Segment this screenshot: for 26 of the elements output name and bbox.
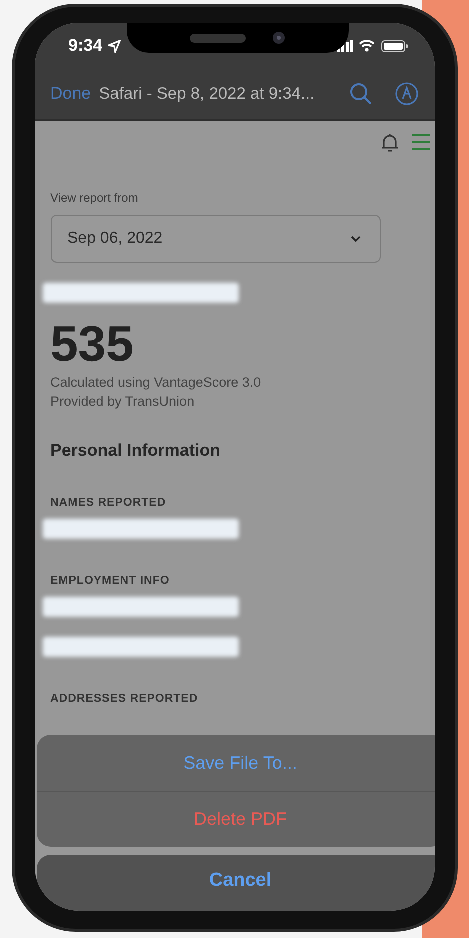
camera-icon	[272, 31, 286, 45]
location-arrow-icon	[108, 40, 121, 52]
signal-icon	[336, 40, 352, 52]
score-note: Calculated using VantageScore 3.0	[50, 374, 262, 392]
group-label: ADDRESSES REPORTED	[50, 693, 198, 705]
document-title: Safari - Sep 8, 2022 at 9:34...	[99, 84, 316, 104]
markup-pen-icon[interactable]	[394, 82, 418, 106]
action-button[interactable]: Delete PDF	[36, 791, 434, 847]
chevron-down-icon	[350, 235, 362, 243]
credit-score: 535	[50, 315, 134, 373]
group-label: NAMES REPORTED	[50, 497, 166, 509]
speaker-grille-icon	[190, 34, 246, 42]
report-date-dropdown[interactable]: Sep 06, 2022	[50, 215, 380, 263]
search-icon[interactable]	[348, 82, 372, 106]
battery-icon	[380, 40, 408, 52]
done-button[interactable]: Done	[50, 84, 92, 104]
view-report-label: View report from	[50, 191, 138, 205]
bell-icon[interactable]	[380, 133, 398, 153]
action-button[interactable]: Save File To...	[36, 735, 434, 791]
wifi-icon	[358, 40, 374, 52]
cancel-button[interactable]: Cancel	[36, 855, 434, 911]
section-title: Personal Information	[50, 441, 221, 461]
group-label: EMPLOYMENT INFO	[50, 575, 170, 587]
menu-icon[interactable]	[410, 133, 430, 153]
score-note: Provided by TransUnion	[50, 393, 195, 411]
status-time: 9:34	[68, 36, 103, 56]
